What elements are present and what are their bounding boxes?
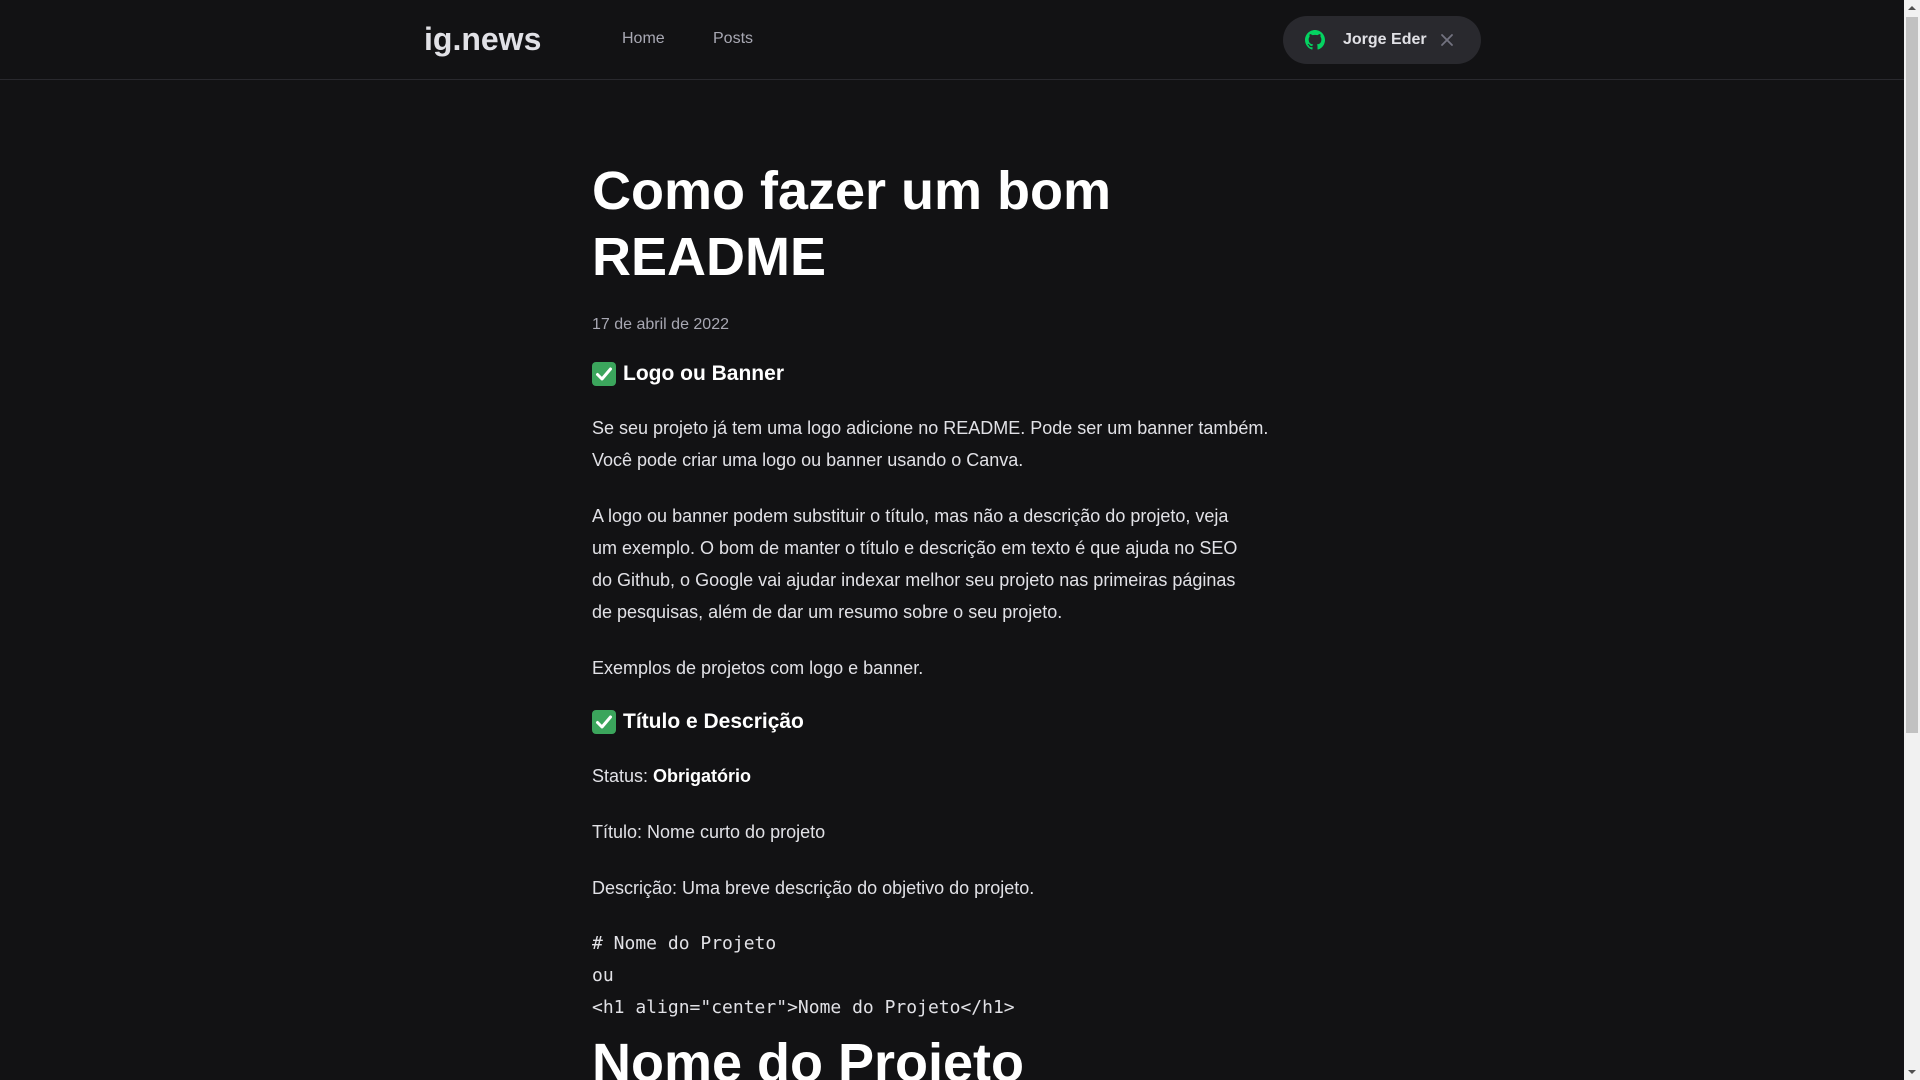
section-heading-text: Logo ou Banner xyxy=(623,362,784,385)
paragraph: Se seu projeto já tem uma logo adicione … xyxy=(592,418,1269,470)
check-mark-button-icon xyxy=(592,362,616,386)
header-inner: ig.news Home Posts Jorge Eder xyxy=(424,0,1481,79)
user-name: Jorge Eder xyxy=(1343,31,1427,48)
post-title: Como fazer um bom README xyxy=(592,161,1112,287)
nav-link-posts[interactable]: Posts xyxy=(713,28,753,50)
code-block: # Nome do Projeto ou <h1 align="center">… xyxy=(592,933,1015,1018)
status-value: Obrigatório xyxy=(653,766,752,786)
paragraph: A logo ou banner podem substituir o títu… xyxy=(592,506,1238,622)
scrollbar-thumb[interactable] xyxy=(1906,17,1918,733)
nav-link-home[interactable]: Home xyxy=(622,28,665,50)
github-signin-button[interactable]: Jorge Eder xyxy=(1283,16,1481,64)
site-header: ig.news Home Posts Jorge Eder xyxy=(0,0,1904,80)
status-label: Status: xyxy=(592,766,654,786)
section-heading-text: Título e Descrição xyxy=(623,710,804,733)
check-mark-button-icon xyxy=(592,710,616,734)
post-date: 17 de abril de 2022 xyxy=(592,316,729,333)
paragraph: Exemplos de projetos com logo e banner. xyxy=(592,658,924,678)
vertical-scrollbar[interactable] xyxy=(1904,0,1920,1080)
page-viewport: ig.news Home Posts Jorge Eder Como fazer… xyxy=(0,0,1920,1080)
github-icon xyxy=(1305,30,1325,50)
paragraph: Descrição: Uma breve descrição do objeti… xyxy=(592,878,1035,898)
scroll-down-arrow-icon[interactable] xyxy=(1904,1064,1920,1080)
paragraph: Título: Nome curto do projeto xyxy=(592,822,826,842)
section-heading-logo-banner: Logo ou Banner xyxy=(592,360,1312,388)
post-article: Como fazer um bom README 17 de abril de … xyxy=(592,158,1312,1080)
status-paragraph: Status: Obrigatório xyxy=(592,760,1312,792)
site-logo[interactable]: ig.news xyxy=(424,18,541,60)
section-heading-titulo-descricao: Título e Descrição xyxy=(592,708,1312,736)
scroll-up-arrow-icon[interactable] xyxy=(1904,0,1920,16)
example-rendered-heading: Nome do Projeto xyxy=(592,1033,1025,1080)
close-icon[interactable] xyxy=(1439,32,1455,48)
